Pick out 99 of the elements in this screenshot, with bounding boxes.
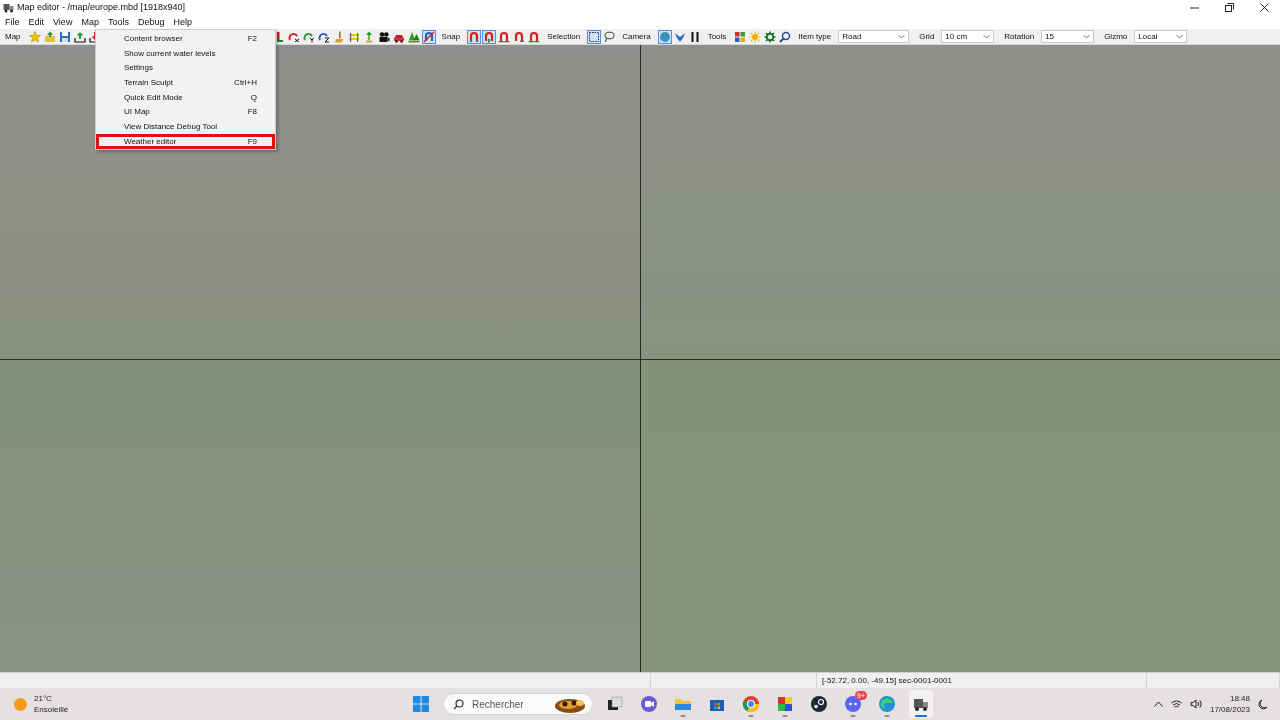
- rotate-y-icon: [302, 30, 315, 43]
- chevron-icon: [1176, 34, 1184, 39]
- dropdown-field[interactable]: Local: [1134, 30, 1188, 43]
- menu-entry[interactable]: Settings: [96, 60, 275, 76]
- weather-text: Ensoleillé: [34, 704, 69, 715]
- globe-button[interactable]: [657, 29, 672, 44]
- search-field[interactable]: Rechercher: [443, 693, 593, 715]
- temperature-text: 21°C: [34, 693, 53, 704]
- running-indicator: [884, 715, 890, 717]
- menu-item[interactable]: Tools: [107, 16, 129, 27]
- windows-logo-icon: [413, 696, 429, 712]
- window-title: Map editor - /map/europe.mbd [1918x940]: [17, 2, 187, 12]
- dropdown-field[interactable]: Road: [838, 30, 910, 43]
- rectangle-select-button[interactable]: [587, 29, 602, 44]
- save-icon: [58, 30, 71, 43]
- menu-entry[interactable]: View Distance Debug Tool: [96, 119, 275, 134]
- chevron-icon: [1083, 34, 1091, 39]
- magnet-button[interactable]: [467, 29, 482, 44]
- magnet-button[interactable]: [512, 29, 527, 44]
- toolbar-label: Selection: [546, 32, 582, 41]
- magnet-icon: [513, 30, 526, 43]
- grid-icon: [734, 30, 747, 43]
- running-indicator: [680, 715, 686, 717]
- chevron-icon: [983, 34, 991, 39]
- toolbar-label: Rotation: [1003, 32, 1036, 41]
- dropdown-field[interactable]: 10 cm: [941, 30, 995, 43]
- clock[interactable]: 18:48 17/08/2023: [1209, 693, 1250, 715]
- close-icon: [1259, 2, 1269, 12]
- globe-icon: [658, 30, 671, 43]
- folder-button[interactable]: [42, 29, 57, 44]
- brush-icon: [332, 30, 345, 43]
- menu-item[interactable]: View: [53, 16, 73, 27]
- gear-button[interactable]: [763, 29, 778, 44]
- search-icon: [779, 30, 792, 43]
- rotate-x-icon: [287, 30, 300, 43]
- video-chat-icon: [640, 695, 658, 713]
- chevron-icon: [898, 34, 906, 39]
- toolbar-label: Tools: [706, 32, 728, 41]
- magnet-button[interactable]: [527, 29, 542, 44]
- magnet-icon: [468, 30, 481, 43]
- dropdown-field[interactable]: 15: [1041, 30, 1095, 43]
- magnet-button[interactable]: [482, 29, 497, 44]
- chevron-up-icon[interactable]: [1153, 701, 1163, 707]
- search-button[interactable]: [778, 29, 793, 44]
- magnet-icon: [483, 30, 496, 43]
- running-indicator: [782, 715, 788, 717]
- running-indicator: [850, 715, 856, 717]
- toolbar-label: Snap: [440, 32, 462, 41]
- toolbar-label: Camera: [621, 32, 652, 41]
- toolbar-label: Item type: [797, 32, 833, 41]
- menu-entry[interactable]: Weather editor F9: [96, 133, 275, 149]
- running-indicator: [915, 715, 927, 717]
- magnet-button[interactable]: [497, 29, 512, 44]
- search-icon: [453, 698, 464, 710]
- menu-item[interactable]: Edit: [28, 16, 45, 27]
- magnet-icon: [528, 30, 541, 43]
- save-button[interactable]: [57, 29, 72, 44]
- truck-icon: [3, 1, 14, 13]
- magnet-off-icon: [422, 30, 435, 43]
- folder-icon: [43, 30, 56, 43]
- lasso-button[interactable]: [602, 29, 617, 44]
- browser-icon: [742, 695, 760, 713]
- toolbar-label: Grid: [918, 32, 936, 41]
- volume-icon[interactable]: [1189, 699, 1202, 709]
- browser-icon: [878, 695, 896, 713]
- magnet-off-button[interactable]: [421, 29, 436, 44]
- wifi-icon[interactable]: [1170, 699, 1182, 709]
- menu-entry[interactable]: Quick Edit Mode Q: [96, 89, 275, 105]
- lasso-icon: [603, 30, 616, 43]
- menu-item[interactable]: Help: [173, 16, 192, 27]
- star-icon: [28, 30, 41, 43]
- grid-button[interactable]: [733, 29, 748, 44]
- menu-item[interactable]: File: [5, 16, 20, 27]
- toolbar-label: Gizmo: [1103, 32, 1129, 41]
- camera-icon: [377, 30, 390, 43]
- menu-entry[interactable]: Show current water levels: [96, 45, 275, 61]
- taskbar-app-button[interactable]: [909, 690, 933, 718]
- rectangle-select-icon: [588, 30, 601, 43]
- moon-icon[interactable]: [1258, 698, 1268, 710]
- toolbar-label: Map: [4, 32, 22, 41]
- menu-item[interactable]: Map: [81, 16, 99, 27]
- gear-icon: [764, 30, 777, 43]
- running-indicator: [748, 715, 754, 717]
- menu-entry[interactable]: Content browser F2: [96, 31, 275, 46]
- game-launcher-icon: [810, 695, 828, 713]
- barrier-icon: [347, 30, 360, 43]
- sun-icon: [14, 697, 27, 711]
- menu-item[interactable]: Debug: [137, 16, 165, 27]
- task-view-icon: [606, 695, 624, 713]
- sun-icon: [749, 30, 762, 43]
- upload-button[interactable]: [72, 29, 87, 44]
- menu-entry[interactable]: Terrain Sculpt Ctrl+H: [96, 75, 275, 90]
- magnet-icon: [498, 30, 511, 43]
- star-button[interactable]: [27, 29, 42, 44]
- menu-entry[interactable]: UI Map F8: [96, 104, 275, 120]
- restore-icon: [1224, 2, 1234, 12]
- rotate-z-icon: [317, 30, 330, 43]
- upload-icon: [73, 30, 86, 43]
- trees-icon: [407, 30, 420, 43]
